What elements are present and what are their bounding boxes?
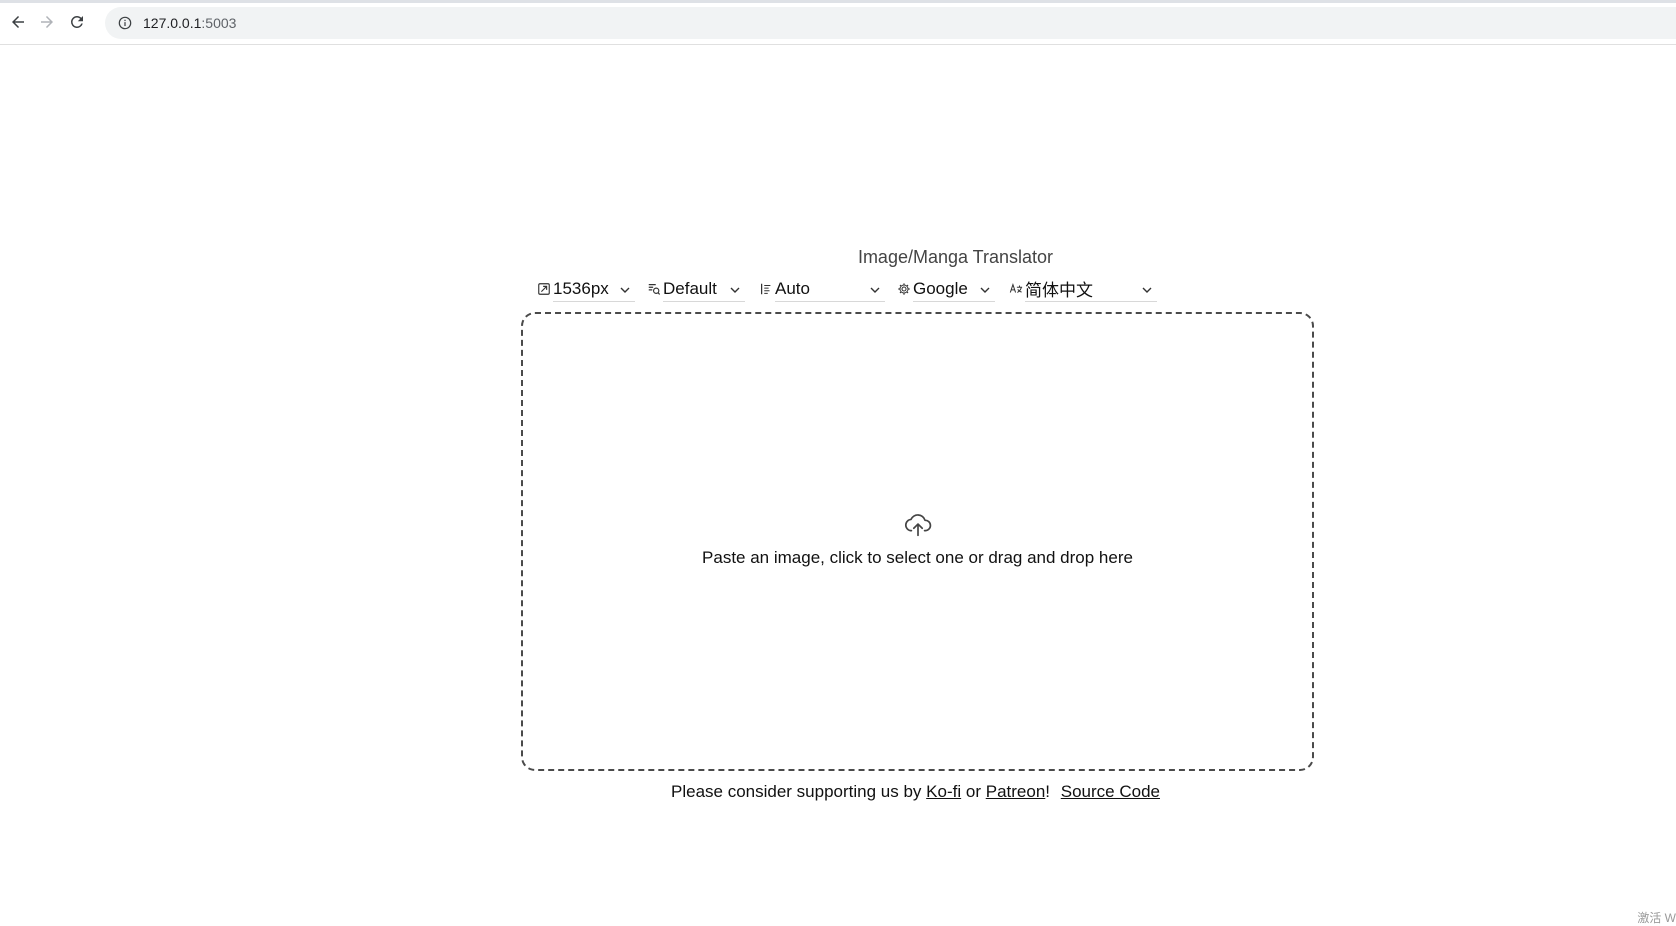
forward-button[interactable]: [35, 10, 59, 34]
arrow-left-icon: [12, 16, 24, 28]
url-text: 127.0.0.1:5003: [143, 15, 236, 31]
source-code-link[interactable]: Source Code: [1061, 782, 1160, 801]
page-title: Image/Manga Translator: [857, 247, 1054, 267]
dropzone-instructions: Paste an image, click to select one or d…: [702, 547, 1133, 567]
tab-strip: [0, 0, 1676, 3]
footer-prefix: Please consider supporting us by: [671, 782, 922, 801]
size-select-value: 1536px: [553, 278, 609, 298]
address-bar[interactable]: 127.0.0.1:5003: [105, 7, 1676, 39]
image-dropzone[interactable]: Paste an image, click to select one or d…: [521, 312, 1314, 771]
cloud-upload-icon: [904, 513, 931, 536]
translator-select-value: Google: [913, 278, 968, 298]
url-host: 127.0.0.1: [143, 15, 202, 31]
footer-exclaim: !: [1045, 782, 1051, 801]
direction-select-value: Auto: [775, 278, 810, 298]
info-icon[interactable]: [117, 15, 133, 31]
reload-icon: [70, 15, 83, 28]
target-language-select-value: 简体中文: [1025, 281, 1093, 300]
target-language-select-box[interactable]: 简体中文: [1025, 277, 1157, 302]
detector-select[interactable]: Default: [647, 276, 745, 302]
size-select-box[interactable]: 1536px: [553, 277, 635, 302]
direction-select-box[interactable]: Auto: [775, 277, 885, 302]
chevron-down-icon: [870, 287, 880, 293]
direction-select[interactable]: Auto: [759, 276, 885, 302]
kofi-link[interactable]: Ko-fi: [926, 782, 961, 801]
back-button[interactable]: [6, 10, 30, 34]
chevron-down-icon: [730, 287, 740, 293]
options-toolbar: 1536px Default Auto Google 简体中文: [538, 272, 1354, 306]
translator-select-box[interactable]: Google: [913, 277, 995, 302]
size-select[interactable]: 1536px: [537, 276, 635, 302]
footer-or: or: [965, 782, 981, 801]
support-footer: Please consider supporting us by Ko-fi o…: [517, 782, 1314, 802]
resize-icon: [537, 282, 551, 296]
chevron-down-icon: [620, 287, 630, 293]
activation-watermark: 激活 W: [1637, 911, 1676, 925]
url-port: :5003: [201, 15, 237, 31]
reload-button[interactable]: [65, 10, 89, 34]
detect-icon: [647, 282, 661, 296]
text-direction-icon: [759, 282, 773, 296]
translator-select[interactable]: Google: [897, 276, 995, 302]
translator-gear-icon: [897, 282, 911, 296]
browser-toolbar: 127.0.0.1:5003: [0, 0, 1676, 45]
chevron-down-icon: [1142, 287, 1152, 293]
target-language-select[interactable]: 简体中文: [1009, 276, 1157, 302]
detector-select-box[interactable]: Default: [663, 277, 745, 302]
detector-select-value: Default: [663, 278, 717, 298]
arrow-right-icon: [41, 16, 53, 28]
chevron-down-icon: [980, 287, 990, 293]
patreon-link[interactable]: Patreon: [986, 782, 1046, 801]
translator-app: Image/Manga Translator 1536px Default Au…: [521, 244, 1354, 801]
language-icon: [1009, 282, 1023, 296]
